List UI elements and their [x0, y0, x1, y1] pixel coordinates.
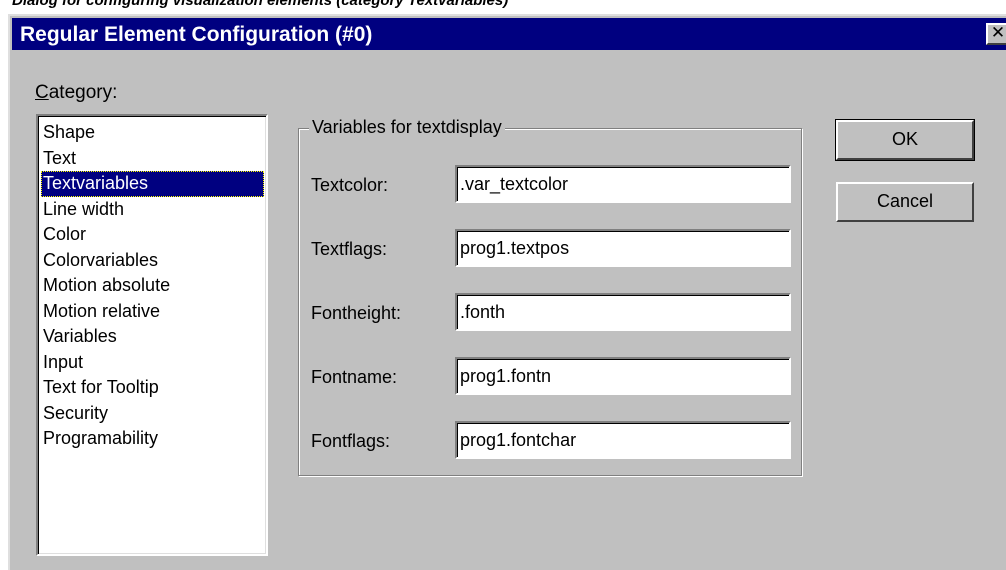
category-label: Category: [35, 82, 117, 104]
category-item-variables[interactable]: Variables [41, 324, 264, 350]
configuration-dialog: Regular Element Configuration (#0) ✕ Cat… [8, 14, 1006, 570]
group-title: Variables for textdisplay [309, 117, 505, 138]
fontheight-input[interactable] [455, 293, 791, 331]
close-icon: ✕ [990, 23, 1006, 42]
figure-caption: Dialog for configuring visualization ele… [12, 0, 509, 9]
category-item-shape[interactable]: Shape [41, 120, 264, 146]
category-item-motion-absolute[interactable]: Motion absolute [41, 273, 264, 299]
category-item-line-width[interactable]: Line width [41, 197, 264, 223]
cancel-button[interactable]: Cancel [836, 182, 974, 222]
fontflags-input[interactable] [455, 421, 791, 459]
textdisplay-variables-group: Variables for textdisplay Textcolor: Tex… [298, 117, 802, 476]
fontname-label: Fontname: [311, 367, 398, 387]
ok-button[interactable]: OK [835, 119, 975, 161]
category-item-color[interactable]: Color [41, 222, 264, 248]
page: Dialog for configuring visualization ele… [0, 0, 1006, 570]
category-label-accelerator: C [35, 82, 49, 103]
category-item-text-for-tooltip[interactable]: Text for Tooltip [41, 375, 264, 401]
category-item-programability[interactable]: Programability [41, 426, 264, 452]
category-listbox[interactable]: Shape Text Textvariables Line width Colo… [36, 114, 268, 556]
textflags-input[interactable] [455, 229, 791, 267]
textcolor-label: Textcolor: [311, 175, 389, 195]
category-label-text: ategory: [48, 82, 118, 103]
title-bar[interactable]: Regular Element Configuration (#0) ✕ [12, 18, 1006, 50]
category-item-textvariables[interactable]: Textvariables [41, 171, 264, 197]
fontheight-label: Fontheight: [311, 303, 402, 323]
window-title: Regular Element Configuration (#0) [20, 23, 373, 46]
close-button[interactable]: ✕ [986, 23, 1006, 45]
category-item-motion-relative[interactable]: Motion relative [41, 299, 264, 325]
category-item-colorvariables[interactable]: Colorvariables [41, 248, 264, 274]
category-item-input[interactable]: Input [41, 350, 264, 376]
fontflags-label: Fontflags: [311, 431, 391, 451]
category-item-text[interactable]: Text [41, 146, 264, 172]
textflags-label: Textflags: [311, 239, 388, 259]
fontname-input[interactable] [455, 357, 791, 395]
category-item-security[interactable]: Security [41, 401, 264, 427]
textcolor-input[interactable] [455, 165, 791, 203]
